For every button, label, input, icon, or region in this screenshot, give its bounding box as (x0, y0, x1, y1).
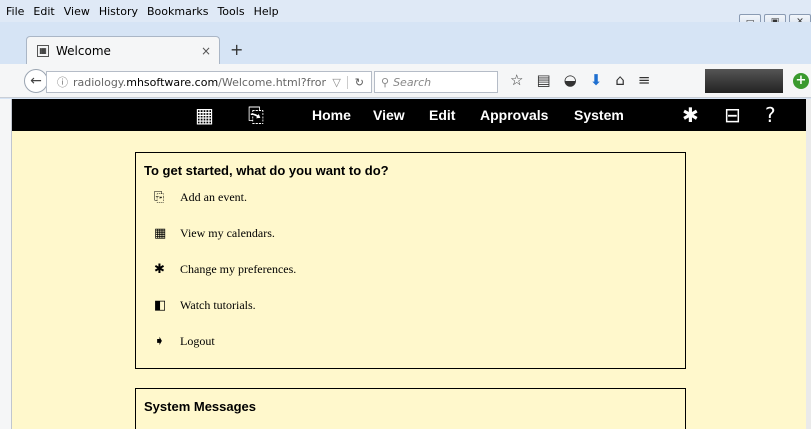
tab-bar: ▦ Welcome × + (0, 22, 811, 64)
bookmark-star-icon[interactable]: ☆ (510, 71, 523, 89)
calendar-icon: ▦ (154, 226, 167, 241)
menu-file[interactable]: File (6, 5, 24, 18)
url-dropdown-icon[interactable]: ▽ (332, 76, 340, 89)
tab-welcome[interactable]: ▦ Welcome × (26, 36, 220, 64)
nav-toolbar: ← ⓘ radiology. mhsoftware.com/Welcome.htm… (0, 64, 811, 98)
nav-approvals[interactable]: Approvals (480, 107, 548, 123)
get-started-panel: To get started, what do you want to do? … (135, 152, 686, 369)
menu-history[interactable]: History (99, 5, 138, 18)
get-started-title: To get started, what do you want to do? (144, 163, 389, 178)
option-tutorials[interactable]: ◧ Watch tutorials. (154, 298, 256, 313)
option-label: Logout (180, 334, 215, 348)
gear-icon: ✱ (154, 262, 165, 277)
help-icon[interactable]: ? (765, 103, 776, 127)
system-messages-panel: System Messages (135, 388, 686, 429)
nav-edit[interactable]: Edit (429, 107, 455, 123)
url-host-prefix: radiology. (73, 75, 127, 89)
new-tab-button[interactable]: + (230, 40, 243, 59)
main-content: To get started, what do you want to do? … (12, 131, 806, 429)
logout-icon: ➧ (154, 334, 165, 349)
briefcase-icon[interactable]: ⊟ (724, 103, 741, 127)
option-preferences[interactable]: ✱ Change my preferences. (154, 262, 296, 277)
url-host: mhsoftware.com (126, 75, 219, 89)
search-placeholder: Search (393, 75, 432, 89)
menu-edit[interactable]: Edit (33, 5, 54, 18)
nav-home[interactable]: Home (312, 107, 351, 123)
option-label: Change my preferences. (180, 262, 297, 276)
calendar-icon[interactable]: ▦ (195, 103, 214, 127)
search-icon: ⚲ (381, 75, 390, 89)
tab-title: Welcome (56, 43, 111, 58)
app-nav-bar: ▦ ⎘ Home View Edit Approvals System ✱ ⊟ … (12, 99, 811, 131)
sidebar-edge (0, 99, 12, 429)
info-icon[interactable]: ⓘ (57, 74, 68, 90)
option-view-calendars[interactable]: ▦ View my calendars. (154, 226, 275, 241)
add-event-icon[interactable]: ⎘ (248, 103, 264, 127)
toolbar-addon[interactable] (705, 69, 783, 93)
download-icon[interactable]: ⬇ (590, 71, 603, 89)
search-input[interactable]: ⚲ Search (374, 71, 498, 93)
menu-bookmarks[interactable]: Bookmarks (147, 5, 208, 18)
menu-view[interactable]: View (64, 5, 90, 18)
toolbar-icons: ☆ ▤ ◒ ⬇ ⌂ ≡ (510, 71, 663, 89)
scrollbar[interactable] (806, 99, 811, 429)
menu-tools[interactable]: Tools (217, 5, 244, 18)
tab-close-icon[interactable]: × (201, 44, 211, 58)
system-messages-title: System Messages (144, 399, 257, 414)
pocket-icon[interactable]: ◒ (564, 71, 577, 89)
option-add-event[interactable]: ⎘ Add an event. (154, 190, 247, 205)
nav-view[interactable]: View (373, 107, 405, 123)
add-event-icon: ⎘ (154, 190, 165, 205)
reading-list-icon[interactable]: ▤ (536, 71, 550, 89)
reload-icon[interactable]: ↻ (346, 75, 371, 89)
option-label: Add an event. (180, 190, 247, 204)
menu-help[interactable]: Help (254, 5, 279, 18)
option-logout[interactable]: ➧ Logout (154, 334, 215, 349)
hamburger-menu-icon[interactable]: ≡ (638, 71, 651, 89)
film-icon: ◧ (154, 298, 167, 313)
gear-icon[interactable]: ✱ (682, 103, 699, 127)
menu-bar: File Edit View History Bookmarks Tools H… (0, 0, 811, 22)
option-label: Watch tutorials. (180, 298, 256, 312)
url-path: /Welcome.html?from_l (218, 75, 326, 89)
home-icon[interactable]: ⌂ (615, 71, 625, 89)
add-icon[interactable]: + (793, 73, 809, 89)
favicon-icon: ▦ (37, 44, 49, 57)
back-button[interactable]: ← (24, 69, 48, 93)
url-bar[interactable]: ⓘ radiology. mhsoftware.com/Welcome.html?… (46, 71, 372, 93)
option-label: View my calendars. (180, 226, 275, 240)
nav-system[interactable]: System (574, 107, 624, 123)
